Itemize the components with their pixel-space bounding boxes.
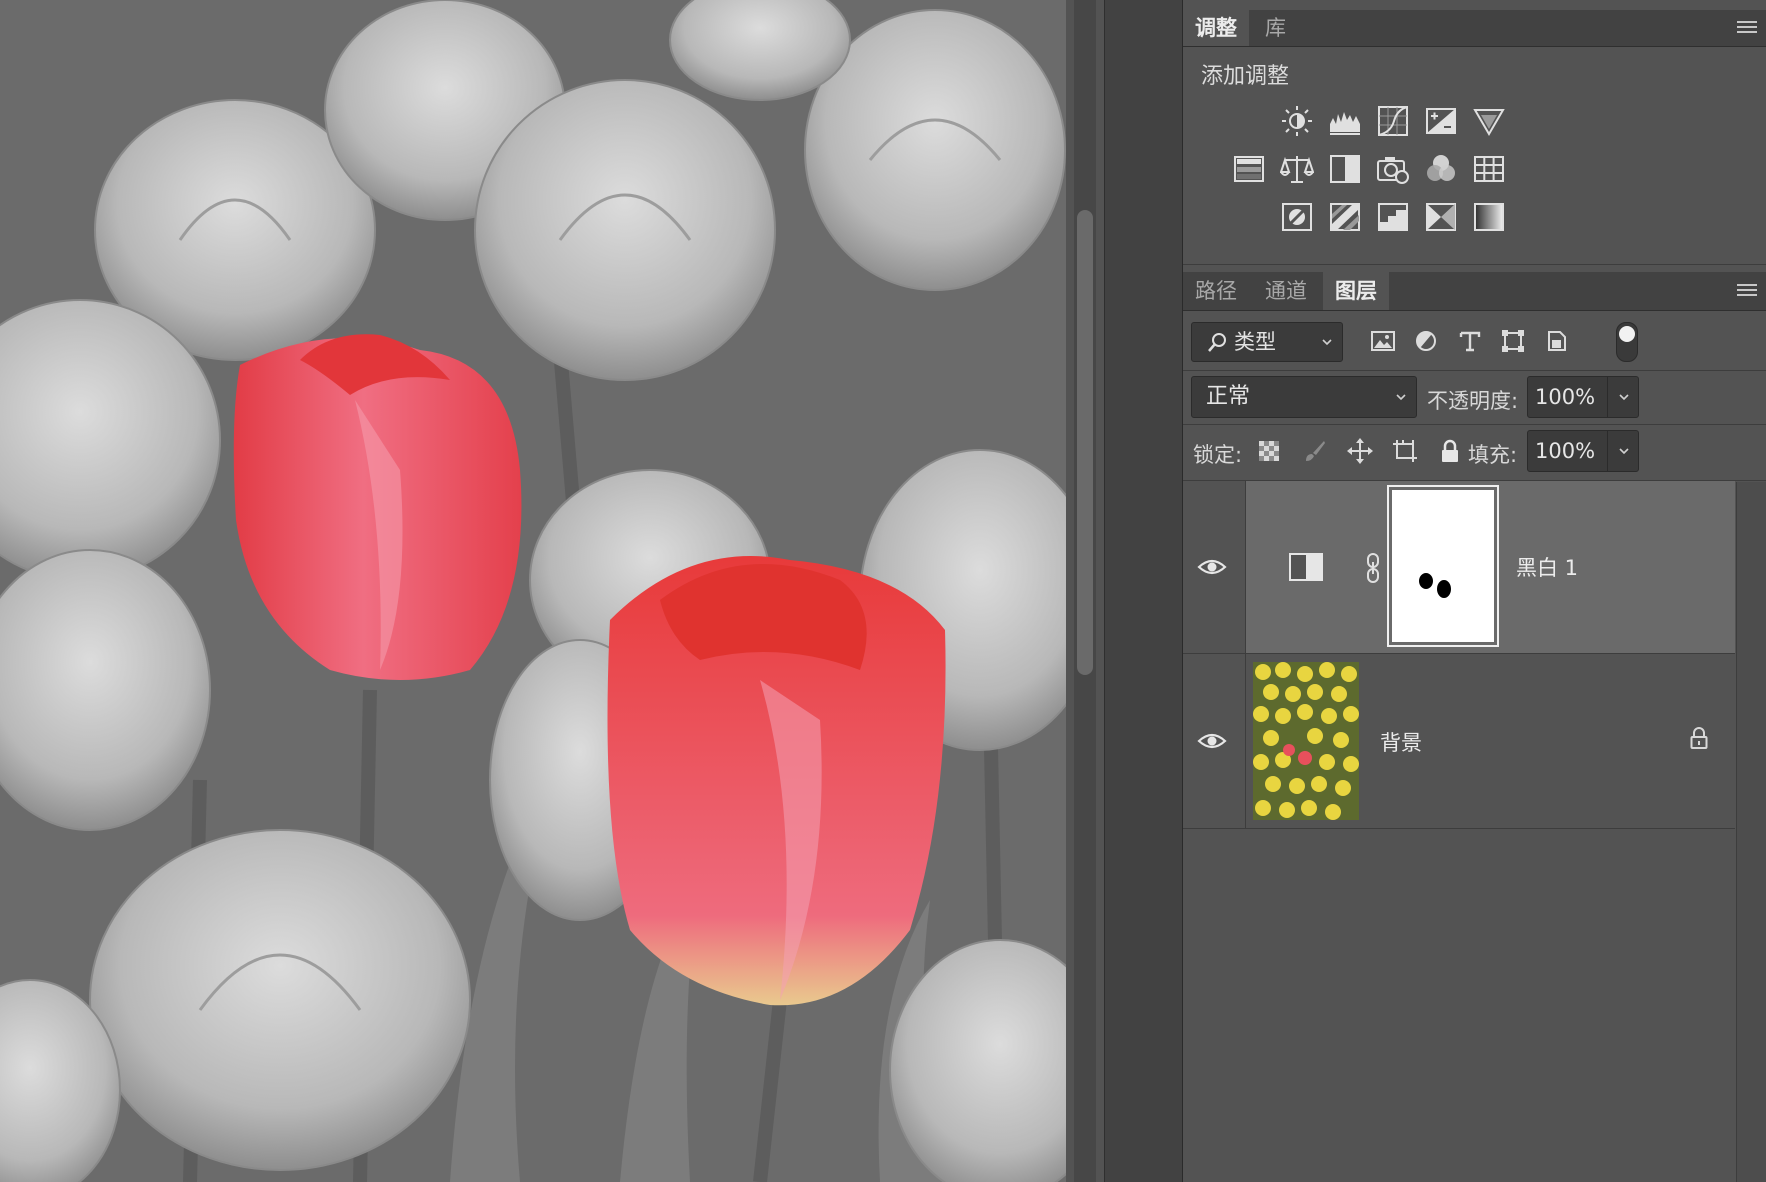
color-lookup-icon[interactable] <box>1470 150 1508 188</box>
mask-link-icon[interactable] <box>1366 553 1380 583</box>
fill-value: 100% <box>1535 439 1596 463</box>
invert-icon[interactable] <box>1278 198 1316 236</box>
black-white-adjustment-icon[interactable] <box>1289 553 1323 581</box>
panel-menu-icon[interactable] <box>1737 21 1757 35</box>
lock-transparent-pixels-icon[interactable] <box>1254 436 1284 466</box>
exposure-icon[interactable] <box>1422 102 1460 140</box>
layer-visibility-cell[interactable] <box>1183 481 1246 653</box>
chevron-down-icon <box>1619 394 1629 401</box>
background-thumbnail[interactable] <box>1253 662 1359 820</box>
tab-library[interactable]: 库 <box>1253 10 1298 46</box>
lock-artboard-icon[interactable] <box>1390 436 1420 466</box>
eye-icon[interactable] <box>1197 557 1227 577</box>
layers-tab-bar: 路径 通道 图层 <box>1183 272 1766 311</box>
blend-mode-select[interactable]: 正常 <box>1191 376 1417 418</box>
layer-visibility-cell[interactable] <box>1183 654 1246 828</box>
layer-lock-icon <box>1690 727 1708 749</box>
right-panel-column: 调整 库 添加调整 路径 通道 图层 类型 正常 不透明度: 100% 锁定: … <box>1182 0 1766 1182</box>
scroll-thumb[interactable] <box>1077 210 1093 675</box>
opacity-dropdown[interactable] <box>1607 377 1638 417</box>
layer-filter-toggle[interactable] <box>1616 322 1638 362</box>
curves-icon[interactable] <box>1374 102 1412 140</box>
panel-dock-gap <box>1104 0 1183 1182</box>
chevron-down-icon <box>1396 394 1406 401</box>
layer-row-background[interactable]: 背景 <box>1183 654 1735 829</box>
black-white-icon[interactable] <box>1326 150 1364 188</box>
fill-dropdown[interactable] <box>1607 431 1638 471</box>
filter-kind-label: 类型 <box>1234 330 1276 354</box>
fill-label: 填充: <box>1468 443 1518 467</box>
photo-filter-icon[interactable] <box>1374 150 1412 188</box>
eye-icon[interactable] <box>1197 731 1227 751</box>
tab-layers[interactable]: 图层 <box>1323 272 1389 310</box>
layer-mask-thumbnail[interactable] <box>1387 485 1499 647</box>
threshold-icon[interactable] <box>1374 198 1412 236</box>
vibrance-icon[interactable] <box>1470 102 1508 140</box>
chevron-down-icon <box>1322 339 1332 346</box>
tab-channels[interactable]: 通道 <box>1253 272 1319 310</box>
selective-color-icon[interactable] <box>1422 198 1460 236</box>
canvas-scrollbar[interactable] <box>1066 0 1104 1182</box>
lock-all-icon[interactable] <box>1435 436 1465 466</box>
posterize-icon[interactable] <box>1326 198 1364 236</box>
layer-name[interactable]: 背景 <box>1380 727 1422 757</box>
opacity-label: 不透明度: <box>1427 389 1519 413</box>
layer-filter-kind-select[interactable]: 类型 <box>1191 322 1343 362</box>
search-icon <box>1208 333 1226 352</box>
tulip-image <box>0 0 1066 1182</box>
type-filter-icon[interactable] <box>1453 324 1487 358</box>
lock-label: 锁定: <box>1193 443 1243 467</box>
shape-filter-icon[interactable] <box>1496 324 1530 358</box>
adjustment-filter-icon[interactable] <box>1409 324 1443 358</box>
layer-row-black-white[interactable]: 黑白 1 <box>1183 481 1735 654</box>
document-canvas[interactable] <box>0 0 1066 1182</box>
smart-object-filter-icon[interactable] <box>1540 324 1574 358</box>
opacity-value: 100% <box>1535 385 1596 409</box>
opacity-field[interactable]: 100% <box>1527 376 1639 418</box>
add-adjustment-title: 添加调整 <box>1201 64 1290 89</box>
adjustments-tab-bar: 调整 库 <box>1183 10 1766 47</box>
hue-saturation-icon[interactable] <box>1230 150 1268 188</box>
color-balance-icon[interactable] <box>1278 150 1316 188</box>
lock-position-icon[interactable] <box>1345 436 1375 466</box>
layers-scrollbar[interactable] <box>1736 482 1766 1182</box>
layer-name[interactable]: 黑白 1 <box>1516 552 1578 582</box>
layers-panel-menu-icon[interactable] <box>1737 284 1757 298</box>
lock-image-pixels-icon[interactable] <box>1300 436 1330 466</box>
fill-field[interactable]: 100% <box>1527 430 1639 472</box>
gradient-map-icon[interactable] <box>1470 198 1508 236</box>
pixel-filter-icon[interactable] <box>1366 324 1400 358</box>
blend-mode-value: 正常 <box>1206 384 1251 409</box>
channel-mixer-icon[interactable] <box>1422 150 1460 188</box>
tab-paths[interactable]: 路径 <box>1183 272 1249 310</box>
chevron-down-icon <box>1619 448 1629 455</box>
levels-icon[interactable] <box>1326 102 1364 140</box>
brightness-contrast-icon[interactable] <box>1278 102 1316 140</box>
tab-adjustments[interactable]: 调整 <box>1183 10 1249 46</box>
